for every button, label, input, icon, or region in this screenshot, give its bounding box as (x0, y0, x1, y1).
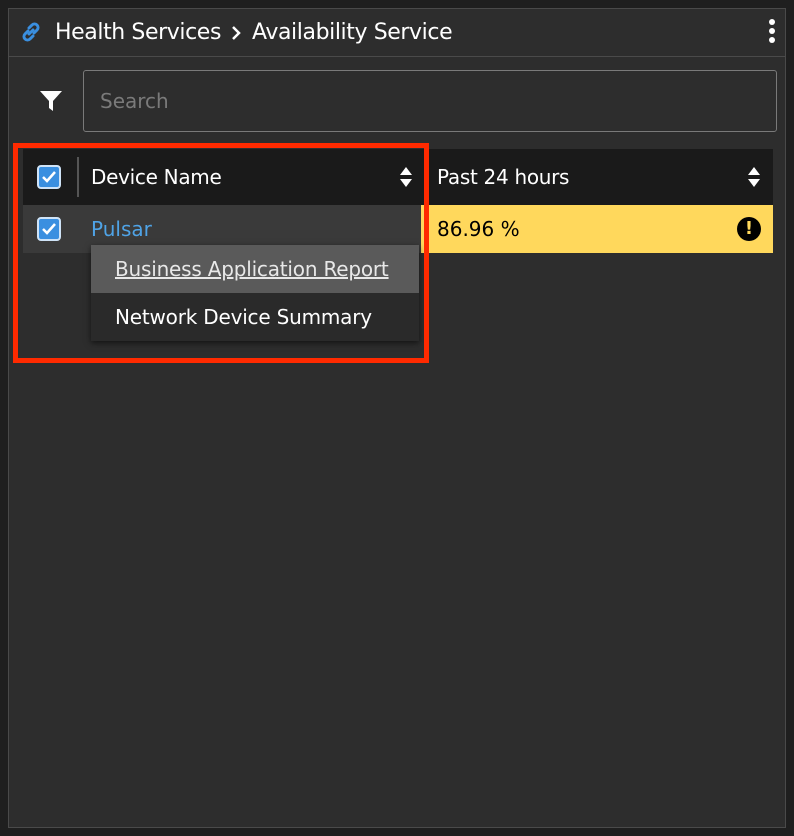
panel-header: Health Services Availability Service (9, 9, 785, 57)
availability-cell: 86.96 % ! (421, 205, 773, 253)
filter-icon[interactable] (39, 89, 63, 113)
context-menu: Business Application Report Network Devi… (91, 245, 419, 341)
sort-icon[interactable] (399, 166, 413, 188)
column-header-past-24-hours[interactable]: Past 24 hours (437, 164, 569, 190)
row-checkbox[interactable] (37, 217, 61, 241)
breadcrumb-availability-service: Availability Service (252, 20, 453, 45)
chevron-right-icon (232, 26, 241, 40)
menu-item-network-device-summary[interactable]: Network Device Summary (91, 293, 419, 341)
sort-icon[interactable] (747, 166, 761, 188)
column-header-device-name[interactable]: Device Name (91, 164, 222, 190)
device-name-link[interactable]: Pulsar (91, 216, 152, 242)
availability-value: 86.96 % (437, 217, 520, 241)
search-input[interactable] (83, 70, 777, 132)
warning-icon: ! (737, 217, 761, 241)
select-all-checkbox[interactable] (37, 165, 61, 189)
breadcrumb-health-services[interactable]: Health Services (55, 20, 221, 46)
link-icon (22, 22, 40, 42)
menu-item-business-application-report[interactable]: Business Application Report (91, 245, 419, 293)
kebab-icon[interactable] (767, 19, 777, 47)
column-divider (77, 157, 79, 197)
availability-service-panel: Health Services Availability Service Dev… (8, 8, 786, 828)
table-header: Device Name Past 24 hours (23, 149, 773, 205)
